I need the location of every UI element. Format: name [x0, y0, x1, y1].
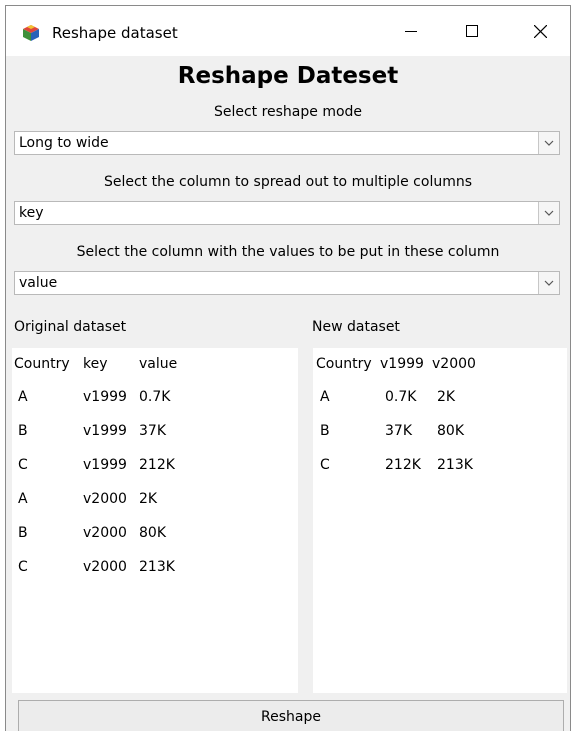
table-cell: v1999: [83, 457, 127, 473]
table-cell: v1999: [83, 423, 127, 439]
maximize-icon: [466, 25, 478, 37]
close-button[interactable]: [517, 14, 563, 48]
table-cell: 37K: [139, 423, 166, 439]
table-cell: 0.7K: [385, 389, 417, 405]
column-header: Country: [316, 356, 372, 372]
new-dataset-label: New dataset: [312, 319, 400, 335]
table-cell: 37K: [385, 423, 412, 439]
original-dataset-table[interactable]: Country key value A v1999 0.7K B v1999 3…: [12, 348, 298, 693]
table-cell: 2K: [139, 491, 158, 507]
value-column-label: Select the column with the values to be …: [76, 244, 500, 260]
table-cell: B: [18, 525, 28, 541]
reshape-mode-value: Long to wide: [19, 135, 109, 151]
table-cell: A: [18, 491, 28, 507]
page-heading: Reshape Dateset: [177, 63, 399, 89]
table-cell: C: [18, 457, 28, 473]
spread-column-select[interactable]: key: [14, 201, 560, 225]
new-dataset-table[interactable]: Country v1999 v2000 A 0.7K 2K B 37K 80K …: [313, 348, 567, 693]
table-cell: C: [18, 559, 28, 575]
table-row[interactable]: C v2000 213K: [12, 558, 298, 592]
table-row[interactable]: B v1999 37K: [12, 422, 298, 456]
value-column-select[interactable]: value: [14, 271, 560, 295]
table-cell: v1999: [83, 389, 127, 405]
column-header: v2000: [432, 356, 476, 372]
column-header: Country: [14, 356, 70, 372]
table-cell: A: [18, 389, 28, 405]
maximize-button[interactable]: [449, 14, 495, 48]
table-cell: 0.7K: [139, 389, 171, 405]
table-row[interactable]: C 212K 213K: [313, 456, 567, 490]
table-cell: 80K: [139, 525, 166, 541]
table-cell: 213K: [139, 559, 175, 575]
table-cell: B: [320, 423, 330, 439]
close-icon: [533, 24, 547, 38]
value-column-value: value: [19, 275, 58, 291]
window-title: Reshape dataset: [52, 24, 178, 42]
minimize-button[interactable]: [388, 14, 434, 48]
table-cell: A: [320, 389, 330, 405]
table-cell: 80K: [437, 423, 464, 439]
table-header-row: Country v1999 v2000: [313, 355, 567, 389]
table-cell: 2K: [437, 389, 456, 405]
table-header-row: Country key value: [12, 355, 298, 389]
mode-label: Select reshape mode: [213, 104, 363, 120]
chevron-down-icon[interactable]: [538, 202, 559, 224]
table-row[interactable]: C v1999 212K: [12, 456, 298, 490]
column-header: value: [139, 356, 178, 372]
reshape-dataset-window: Reshape dataset Reshape Dateset Select r…: [6, 6, 570, 731]
table-row[interactable]: A v2000 2K: [12, 490, 298, 524]
table-cell: 212K: [385, 457, 421, 473]
table-cell: v2000: [83, 525, 127, 541]
table-cell: v2000: [83, 491, 127, 507]
spread-column-label: Select the column to spread out to multi…: [103, 174, 473, 190]
table-cell: B: [18, 423, 28, 439]
cube-icon: [22, 24, 40, 42]
column-header: v1999: [380, 356, 424, 372]
chevron-down-icon[interactable]: [538, 272, 559, 294]
reshape-button[interactable]: Reshape: [18, 700, 564, 731]
table-row[interactable]: B v2000 80K: [12, 524, 298, 558]
original-dataset-label: Original dataset: [14, 319, 127, 335]
reshape-mode-select[interactable]: Long to wide: [14, 131, 560, 155]
title-bar: Reshape dataset: [6, 6, 570, 56]
table-cell: 213K: [437, 457, 473, 473]
table-row[interactable]: B 37K 80K: [313, 422, 567, 456]
table-cell: v2000: [83, 559, 127, 575]
table-cell: 212K: [139, 457, 175, 473]
table-row[interactable]: A 0.7K 2K: [313, 388, 567, 422]
minimize-icon: [405, 31, 417, 32]
table-cell: C: [320, 457, 330, 473]
column-header: key: [83, 356, 108, 372]
spread-column-value: key: [19, 205, 44, 221]
chevron-down-icon[interactable]: [538, 132, 559, 154]
table-row[interactable]: A v1999 0.7K: [12, 388, 298, 422]
